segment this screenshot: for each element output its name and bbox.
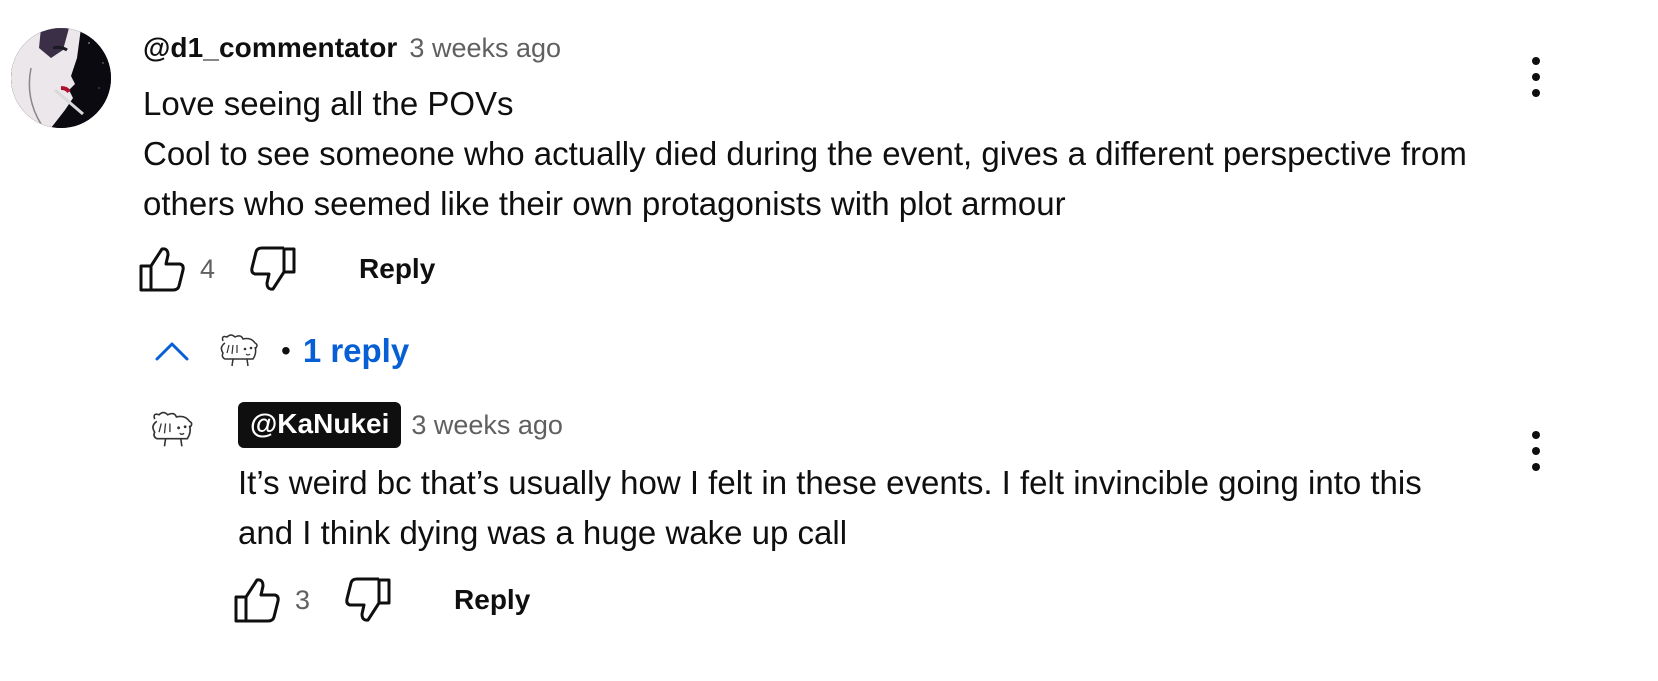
more-vertical-icon	[1532, 57, 1540, 65]
dislike-button[interactable]	[249, 246, 297, 292]
reply-menu-button[interactable]	[1526, 431, 1546, 471]
thumbs-down-icon	[250, 246, 296, 291]
replies-count-label[interactable]: 1 reply	[303, 332, 409, 370]
reply-author-chip[interactable]: @KaNukei	[238, 402, 402, 448]
like-button[interactable]	[233, 577, 281, 623]
reply-line: It’s weird bc that’s usually how I felt …	[238, 464, 1422, 501]
sketch-character-icon	[152, 411, 193, 447]
like-count: 4	[200, 253, 216, 284]
comment-timestamp[interactable]: 3 weeks ago	[409, 33, 561, 64]
like-count: 3	[295, 584, 311, 615]
thumbs-up-icon	[234, 578, 280, 623]
thread-avatar	[215, 333, 261, 369]
commenter-avatar[interactable]	[11, 28, 111, 128]
reply-author-avatar[interactable]	[146, 410, 196, 450]
comment-line: Cool to see someone who actually died du…	[143, 135, 1467, 172]
reply-button[interactable]: Reply	[454, 584, 530, 616]
avatar-dark-portrait-icon	[11, 28, 111, 128]
comment-menu-button[interactable]	[1526, 57, 1546, 97]
more-vertical-icon-dot	[1532, 89, 1540, 97]
chevron-up-icon	[155, 342, 189, 361]
more-vertical-icon-dot	[1532, 447, 1540, 455]
dislike-button[interactable]	[344, 577, 392, 623]
reply-button[interactable]: Reply	[359, 253, 435, 285]
reply-timestamp[interactable]: 3 weeks ago	[411, 410, 563, 441]
replies-toggle[interactable]: • 1 reply	[155, 332, 409, 370]
comment-line: Love seeing all the POVs	[143, 85, 514, 122]
thumbs-down-icon	[345, 577, 391, 622]
replies-separator: •	[281, 335, 291, 366]
more-vertical-icon-dot	[1532, 73, 1540, 81]
like-button[interactable]	[138, 246, 186, 292]
more-vertical-icon	[1532, 431, 1540, 439]
sketch-character-icon	[220, 334, 258, 367]
comment-body: Love seeing all the POVs Cool to see som…	[143, 79, 1493, 229]
comment-actions: 4 Reply	[138, 246, 435, 292]
comment-author[interactable]: @d1_commentator	[143, 32, 397, 64]
more-vertical-icon-dot	[1532, 463, 1540, 471]
reply-body: It’s weird bc that’s usually how I felt …	[238, 458, 1498, 558]
comment-line: others who seemed like their own protago…	[143, 185, 1066, 222]
reply-actions: 3 Reply	[233, 577, 530, 623]
reply-line: and I think dying was a huge wake up cal…	[238, 514, 848, 551]
thumbs-up-icon	[139, 247, 185, 292]
comment-header: @d1_commentator 3 weeks ago	[143, 32, 561, 64]
reply-header: @KaNukei 3 weeks ago	[238, 402, 563, 448]
